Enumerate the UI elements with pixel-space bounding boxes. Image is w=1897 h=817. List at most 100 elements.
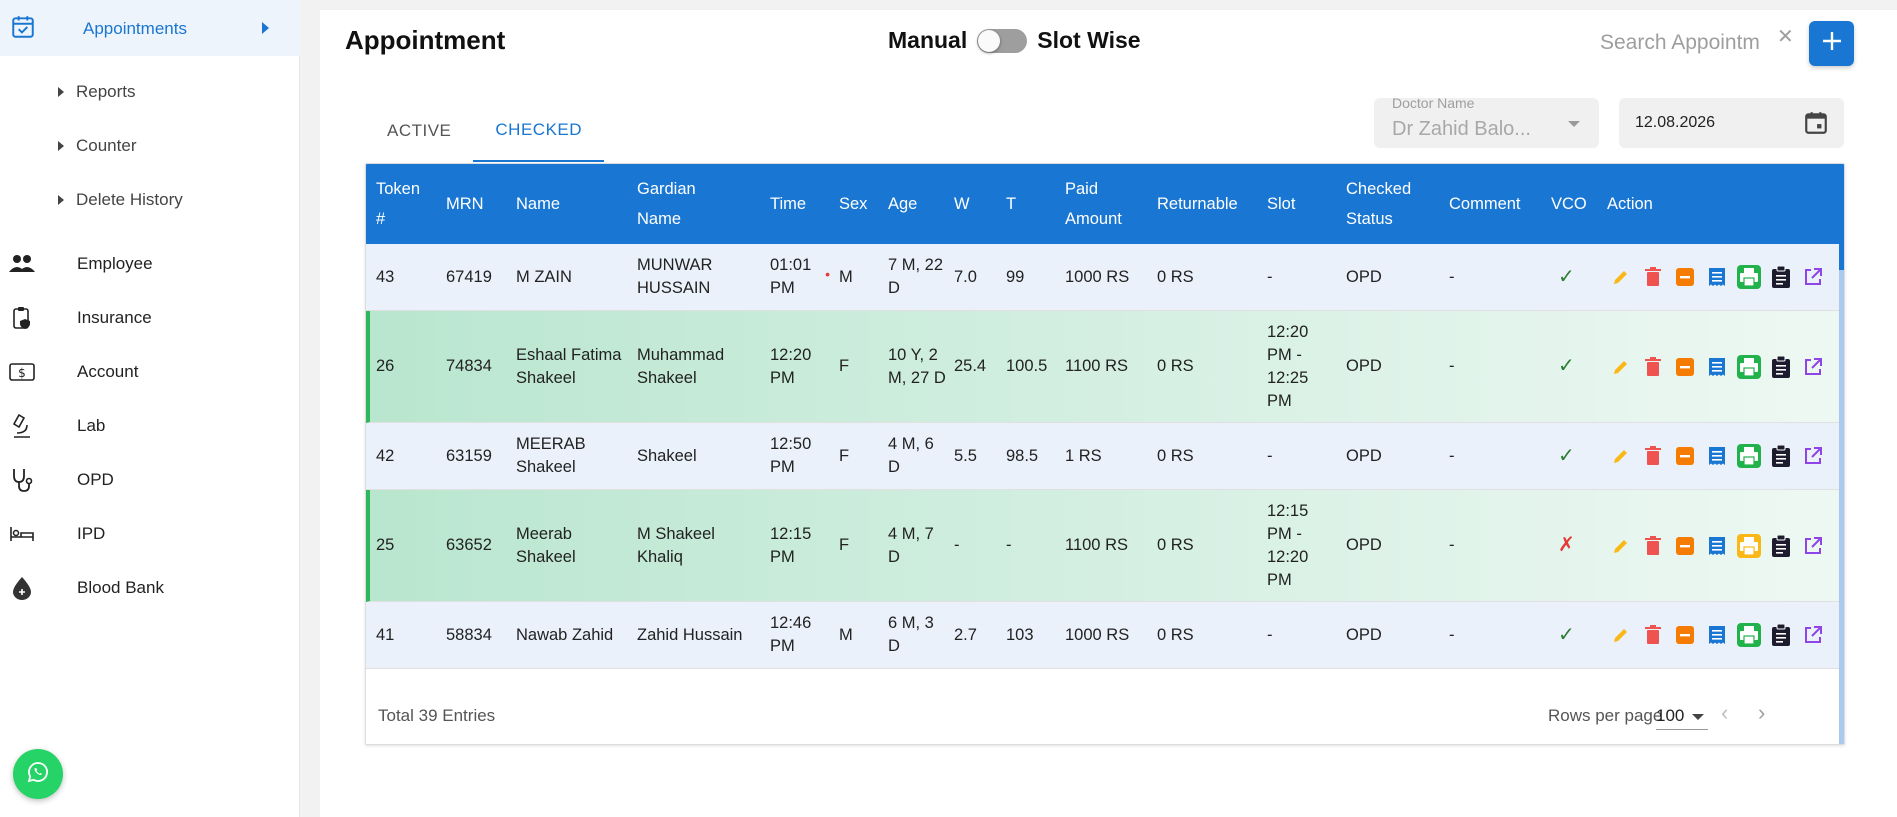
open-external-icon[interactable] — [1800, 622, 1826, 648]
table-scrollbar[interactable] — [1839, 244, 1844, 744]
search-input[interactable] — [1600, 28, 1760, 58]
blood-drop-icon — [8, 574, 36, 602]
print-icon[interactable] — [1736, 622, 1762, 648]
delete-icon[interactable] — [1640, 443, 1666, 469]
cell-name: Nawab Zahid — [516, 602, 626, 668]
edit-icon[interactable] — [1608, 533, 1634, 559]
cell-text: - — [1449, 536, 1455, 554]
slot-wise-toggle[interactable] — [977, 28, 1028, 53]
sidebar-item-blood-bank[interactable]: Blood Bank — [0, 568, 300, 608]
receipt-icon[interactable] — [1704, 622, 1730, 648]
print-icon[interactable] — [1736, 533, 1762, 559]
cell-w: - — [954, 490, 1002, 601]
chevron-right-icon[interactable]: › — [1758, 700, 1765, 726]
calendar-icon[interactable] — [1803, 110, 1829, 141]
cell-slot: - — [1267, 244, 1332, 310]
sidebar-subitem-label: Reports — [76, 82, 136, 101]
column-header: W — [954, 195, 970, 213]
cell-sex: F — [839, 311, 879, 422]
receipt-icon[interactable] — [1704, 264, 1730, 290]
receipt-icon[interactable] — [1704, 354, 1730, 380]
print-icon[interactable] — [1736, 264, 1762, 290]
sidebar-item-appointments[interactable]: Appointments — [0, 0, 300, 56]
clipboard-icon[interactable] — [1768, 443, 1794, 469]
delete-icon[interactable] — [1640, 622, 1666, 648]
minus-box-icon[interactable] — [1672, 533, 1698, 559]
table-row[interactable]: 25 63652 Meerab Shakeel M Shakeel Khaliq 12:… — [366, 490, 1839, 602]
cell-t: 99 — [1006, 244, 1061, 310]
rows-per-page-select[interactable]: 100 — [1656, 702, 1708, 730]
minus-box-icon[interactable] — [1672, 622, 1698, 648]
cell-text: 63159 — [446, 446, 492, 465]
doctor-select[interactable]: Doctor Name Dr Zahid Balo... — [1374, 95, 1599, 148]
cell-text: 12:20 PM - 12:25 PM — [1267, 322, 1309, 410]
minus-box-icon[interactable] — [1672, 443, 1698, 469]
minus-box-icon[interactable] — [1672, 264, 1698, 290]
table-row[interactable]: 43 67419 M ZAIN MUNWAR HUSSAIN 01:01 PM • M 7 M… — [366, 244, 1839, 311]
sidebar-item-ipd[interactable]: IPD — [0, 514, 300, 554]
sidebar-item-employee[interactable]: Employee — [0, 244, 300, 284]
open-external-icon[interactable] — [1800, 264, 1826, 290]
cell-sex: M — [839, 244, 879, 310]
check-icon: ✓ — [1558, 265, 1575, 288]
table-row[interactable]: 26 74834 Eshaal Fatima Shakeel Muhammad Sha… — [366, 311, 1839, 423]
cell-text: 10 Y, 2 M, 27 D — [888, 345, 946, 387]
scrollbar-thumb[interactable] — [1839, 244, 1844, 270]
cell-token: 26 — [376, 311, 431, 422]
delete-icon[interactable] — [1640, 354, 1666, 380]
cell-text: M Shakeel Khaliq — [637, 524, 715, 566]
cell-age: 4 M, 7 D — [888, 490, 946, 601]
cell-text: OPD — [1346, 357, 1382, 375]
open-external-icon[interactable] — [1800, 354, 1826, 380]
delete-icon[interactable] — [1640, 533, 1666, 559]
table-row[interactable]: 41 58834 Nawab Zahid Zahid Hussain 12:46 PM M… — [366, 602, 1839, 669]
print-icon[interactable] — [1736, 443, 1762, 469]
cell-comment: - — [1449, 244, 1529, 310]
table-row[interactable]: 42 63159 MEERAB Shakeel Shakeel 12:50 PM F 4 M… — [366, 423, 1839, 490]
clipboard-icon[interactable] — [1768, 354, 1794, 380]
sidebar-subitem-delete-history[interactable]: Delete History — [58, 186, 183, 214]
whatsapp-button[interactable] — [13, 749, 63, 799]
clipboard-icon[interactable] — [1768, 264, 1794, 290]
clipboard-icon[interactable] — [1768, 533, 1794, 559]
date-picker[interactable]: 12.08.2026 — [1619, 98, 1844, 148]
sidebar-item-account[interactable]: $ Account — [0, 352, 300, 392]
tab-checked[interactable]: CHECKED — [473, 100, 605, 162]
cell-text: 12:15 PM - 12:20 PM — [1267, 501, 1309, 589]
open-external-icon[interactable] — [1800, 533, 1826, 559]
sidebar-item-opd[interactable]: OPD — [0, 460, 300, 500]
edit-icon[interactable] — [1608, 264, 1634, 290]
tab-active[interactable]: ACTIVE — [365, 100, 473, 162]
cell-slot: 12:20 PM - 12:25 PM — [1267, 311, 1332, 422]
delete-icon[interactable] — [1640, 264, 1666, 290]
mode-manual-label: Manual — [888, 27, 968, 53]
receipt-icon[interactable] — [1704, 533, 1730, 559]
clipboard-icon[interactable] — [1768, 622, 1794, 648]
cell-status: OPD — [1346, 602, 1426, 668]
chevron-left-icon[interactable]: ‹ — [1721, 700, 1728, 726]
edit-icon[interactable] — [1608, 354, 1634, 380]
cell-name: Meerab Shakeel — [516, 490, 626, 601]
clear-icon[interactable]: ✕ — [1777, 24, 1794, 49]
sidebar-subitem-reports[interactable]: Reports — [58, 78, 136, 106]
print-icon[interactable] — [1736, 354, 1762, 380]
open-external-icon[interactable] — [1800, 443, 1826, 469]
cell-text: 63652 — [446, 536, 492, 554]
cell-text: 42 — [376, 446, 395, 465]
sidebar-item-lab[interactable]: Lab — [0, 406, 300, 446]
clipboard-shield-icon — [8, 304, 36, 332]
sidebar-subitem-counter[interactable]: Counter — [58, 132, 136, 160]
cell-text: OPD — [1346, 267, 1382, 286]
edit-icon[interactable] — [1608, 443, 1634, 469]
cell-w: 7.0 — [954, 244, 1002, 310]
add-appointment-button[interactable] — [1809, 21, 1854, 66]
minus-box-icon[interactable] — [1672, 354, 1698, 380]
cell-token: 25 — [376, 490, 431, 601]
cell-text: Shakeel — [637, 446, 697, 465]
sidebar-item-insurance[interactable]: Insurance — [0, 298, 300, 338]
receipt-icon[interactable] — [1704, 443, 1730, 469]
edit-icon[interactable] — [1608, 622, 1634, 648]
row-actions — [1608, 423, 1826, 489]
cell-age: 4 M, 6 D — [888, 423, 946, 489]
sidebar-item-label: Appointments — [83, 19, 187, 38]
